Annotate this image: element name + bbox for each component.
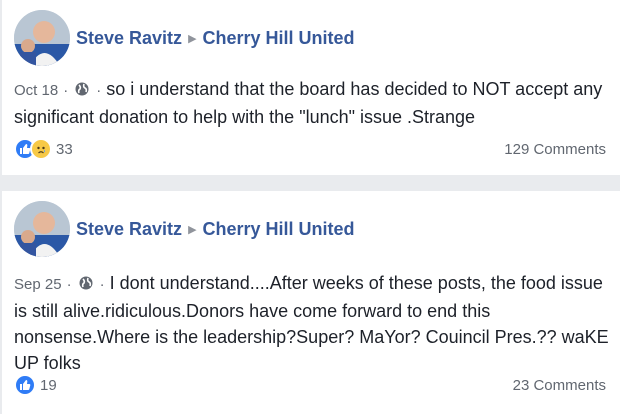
author-link[interactable]: Steve Ravitz [76, 219, 182, 239]
sad-reaction-icon [30, 138, 52, 160]
reaction-count: 19 [40, 376, 57, 394]
triangle-right-icon: ▶ [188, 224, 197, 236]
like-reaction-icon [14, 374, 36, 396]
post-date[interactable]: Oct 18 [14, 82, 58, 99]
triangle-right-icon: ▶ [188, 33, 197, 45]
group-link[interactable]: Cherry Hill United [203, 28, 355, 48]
post-header: Steve Ravitz ▶ Cherry Hill United [76, 28, 355, 49]
avatar[interactable] [14, 201, 70, 257]
reaction-summary[interactable]: 19 [14, 372, 57, 398]
separator: · [96, 82, 102, 99]
separator: · [66, 276, 72, 293]
post-header: Steve Ravitz ▶ Cherry Hill United [76, 219, 355, 240]
globe-icon [75, 82, 89, 96]
avatar[interactable] [14, 10, 70, 66]
post-text: so i understand that the board has decid… [14, 79, 603, 127]
comments-link[interactable]: 23 Comments [513, 377, 606, 394]
post-body: Oct 18 · · so i understand that the boar… [14, 76, 610, 130]
separator: · [99, 276, 105, 293]
post-date[interactable]: Sep 25 [14, 276, 62, 293]
globe-icon [79, 276, 93, 290]
comments-link[interactable]: 129 Comments [504, 141, 606, 158]
post-body: Sep 25 · · I dont understand....After we… [14, 270, 610, 376]
reaction-count: 33 [56, 140, 73, 158]
separator: · [63, 82, 69, 99]
author-link[interactable]: Steve Ravitz [76, 28, 182, 48]
group-link[interactable]: Cherry Hill United [203, 219, 355, 239]
reaction-summary[interactable]: 33 [14, 136, 73, 162]
